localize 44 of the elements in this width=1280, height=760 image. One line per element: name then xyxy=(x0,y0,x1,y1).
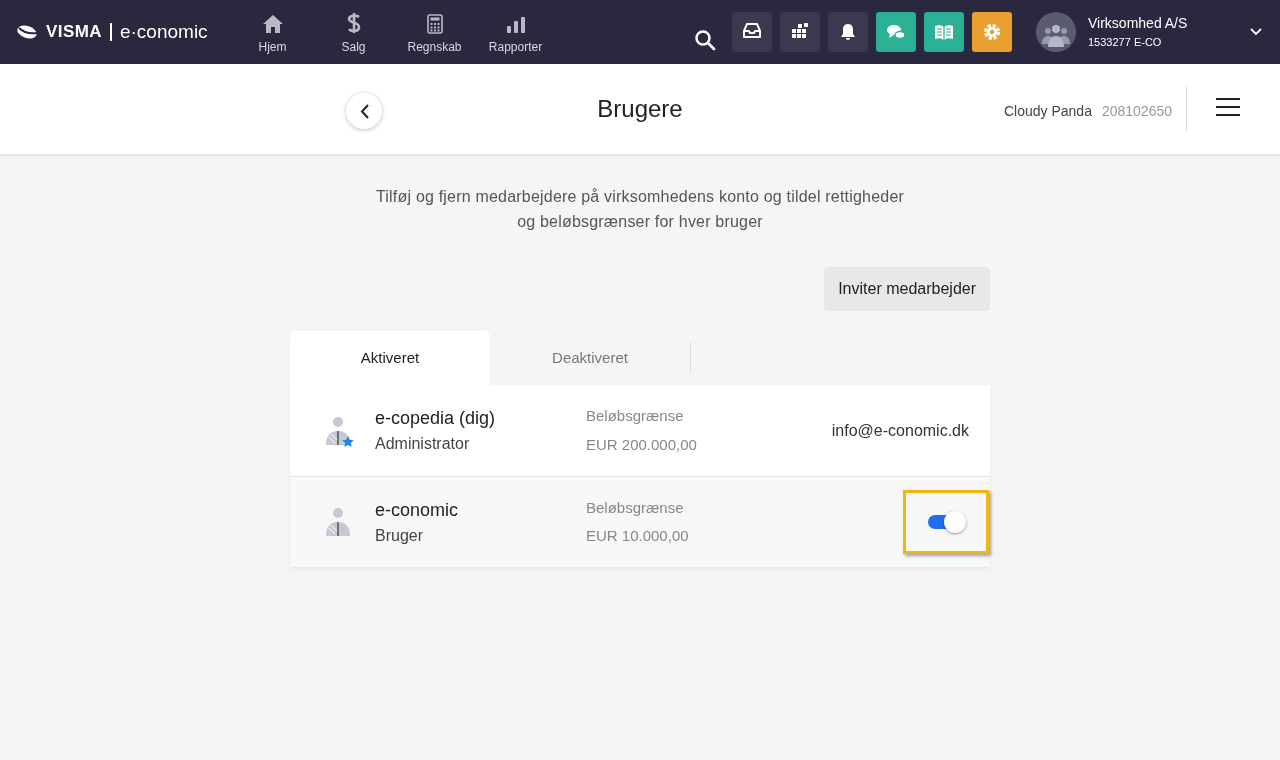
logo-product: e·conomic xyxy=(119,19,208,44)
avatar-icon xyxy=(1036,12,1076,52)
menu-icon xyxy=(1216,98,1240,116)
company-name: Virksomhed A/S xyxy=(1088,14,1188,34)
chevron-left-icon xyxy=(359,103,369,119)
logo-icon xyxy=(16,25,38,39)
limit-label: Beløbsgrænse xyxy=(586,497,685,518)
user-row[interactable]: e-copedia (dig) Administrator Beløbsgrænse EUR 200.000,00 info@e-conomic.dk xyxy=(290,385,990,476)
company-number: 1533277 E-CO xyxy=(1088,35,1163,51)
user-role: Bruger xyxy=(375,525,425,546)
settings-icon xyxy=(981,21,1003,43)
page-title: Brugere xyxy=(597,94,683,124)
search-icon xyxy=(694,29,716,51)
tab[interactable]: Aktiveret xyxy=(290,331,490,385)
toolbar-button[interactable] xyxy=(828,12,868,52)
user-name: e-copedia (dig) xyxy=(375,407,497,430)
limit-amount: EUR 200.000,00 xyxy=(586,434,697,455)
chevron-down-icon[interactable] xyxy=(1250,28,1262,36)
limit-label: Beløbsgrænse xyxy=(586,406,685,426)
user-row[interactable]: e-conomic Bruger Beløbsgrænse EUR 10.000,00 xyxy=(290,476,990,567)
toolbar-button[interactable] xyxy=(780,12,820,52)
bar-chart-icon xyxy=(505,16,526,34)
home-icon xyxy=(261,14,284,34)
menu-button[interactable] xyxy=(1216,98,1240,116)
intro-text: Tilføj og fjern medarbejdere på virksomhedens konto og tildel rettigheder xyxy=(375,187,905,207)
user-name: Cloudy Panda xyxy=(1003,102,1092,121)
logo-brand: VISMA xyxy=(46,21,102,44)
nav-item[interactable]: Regnskab xyxy=(394,8,475,56)
nav-item[interactable]: Salg xyxy=(313,8,394,56)
dollar-icon xyxy=(346,12,361,34)
back-button[interactable] xyxy=(346,93,382,129)
user-name: e-conomic xyxy=(375,498,460,522)
tab[interactable]: Deaktiveret xyxy=(490,331,690,385)
intro-text: og beløbsgrænser for hver bruger xyxy=(517,212,763,232)
invite-button[interactable]: Inviter medarbejder xyxy=(824,267,990,311)
toolbar-button[interactable] xyxy=(732,12,772,52)
nav-item[interactable]: Rapporter xyxy=(475,8,556,56)
nav-item[interactable]: Hjem xyxy=(232,8,313,56)
limit-amount: EUR 10.000,00 xyxy=(586,526,689,546)
user-id: 208102650 xyxy=(1101,102,1172,121)
user-email: info@e-conomic.dk xyxy=(831,420,969,441)
search-button[interactable] xyxy=(694,29,716,51)
calculator-icon xyxy=(426,14,443,34)
user-role: Administrator xyxy=(375,434,471,454)
